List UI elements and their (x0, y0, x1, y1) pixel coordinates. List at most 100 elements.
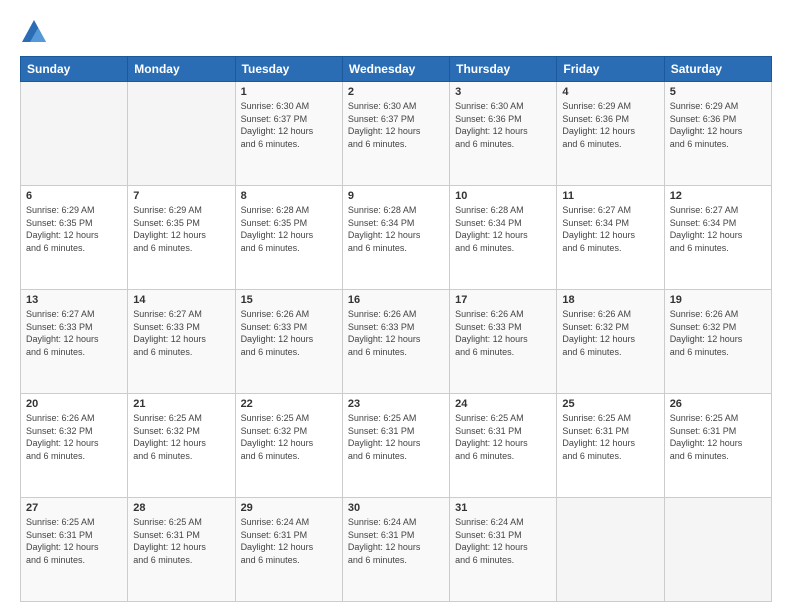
calendar-cell (21, 82, 128, 186)
day-info: Sunrise: 6:24 AM Sunset: 6:31 PM Dayligh… (455, 516, 551, 566)
day-number: 30 (348, 502, 444, 514)
day-info: Sunrise: 6:27 AM Sunset: 6:34 PM Dayligh… (562, 204, 658, 254)
week-row-4: 20 Sunrise: 6:26 AM Sunset: 6:32 PM Dayli… (21, 394, 772, 498)
calendar-cell: 31 Sunrise: 6:24 AM Sunset: 6:31 PM Dayli… (450, 498, 557, 602)
calendar-cell: 15 Sunrise: 6:26 AM Sunset: 6:33 PM Dayli… (235, 290, 342, 394)
weekday-header-sunday: Sunday (21, 57, 128, 82)
calendar-cell: 11 Sunrise: 6:27 AM Sunset: 6:34 PM Dayli… (557, 186, 664, 290)
calendar-cell: 17Sunrise: 6:26 AM Sunset: 6:33 PM Dayli… (450, 290, 557, 394)
day-number: 4 (562, 86, 658, 98)
day-info: Sunrise: 6:29 AM Sunset: 6:36 PM Dayligh… (562, 100, 658, 150)
day-info: Sunrise: 6:25 AM Sunset: 6:31 PM Dayligh… (133, 516, 229, 566)
day-info: Sunrise: 6:28 AM Sunset: 6:35 PM Dayligh… (241, 204, 337, 254)
calendar-cell: 18 Sunrise: 6:26 AM Sunset: 6:32 PM Dayli… (557, 290, 664, 394)
day-number: 20 (26, 398, 122, 410)
calendar-cell: 7Sunrise: 6:29 AM Sunset: 6:35 PM Daylig… (128, 186, 235, 290)
day-number: 13 (26, 294, 122, 306)
calendar-cell: 21 Sunrise: 6:25 AM Sunset: 6:32 PM Dayli… (128, 394, 235, 498)
day-number: 3 (455, 86, 551, 98)
calendar-cell: 9 Sunrise: 6:28 AM Sunset: 6:34 PM Daylig… (342, 186, 449, 290)
day-number: 31 (455, 502, 551, 514)
day-number: 26 (670, 398, 766, 410)
calendar-cell: 27Sunrise: 6:25 AM Sunset: 6:31 PM Dayli… (21, 498, 128, 602)
calendar-cell: 8 Sunrise: 6:28 AM Sunset: 6:35 PM Daylig… (235, 186, 342, 290)
day-info: Sunrise: 6:30 AM Sunset: 6:37 PM Dayligh… (241, 100, 337, 150)
day-info: Sunrise: 6:27 AM Sunset: 6:33 PM Dayligh… (133, 308, 229, 358)
day-number: 21 (133, 398, 229, 410)
calendar-cell: 20 Sunrise: 6:26 AM Sunset: 6:32 PM Dayli… (21, 394, 128, 498)
day-info: Sunrise: 6:26 AM Sunset: 6:33 PM Dayligh… (241, 308, 337, 358)
day-info: Sunrise: 6:25 AM Sunset: 6:32 PM Dayligh… (241, 412, 337, 462)
calendar-cell (128, 82, 235, 186)
week-row-3: 13 Sunrise: 6:27 AM Sunset: 6:33 PM Dayli… (21, 290, 772, 394)
day-number: 12 (670, 190, 766, 202)
day-info: Sunrise: 6:25 AM Sunset: 6:31 PM Dayligh… (562, 412, 658, 462)
calendar-cell: 3 Sunrise: 6:30 AM Sunset: 6:36 PM Daylig… (450, 82, 557, 186)
calendar-cell: 23 Sunrise: 6:25 AM Sunset: 6:31 PM Dayli… (342, 394, 449, 498)
day-info: Sunrise: 6:27 AM Sunset: 6:33 PM Dayligh… (26, 308, 122, 358)
calendar-cell: 22Sunrise: 6:25 AM Sunset: 6:32 PM Dayli… (235, 394, 342, 498)
weekday-header-friday: Friday (557, 57, 664, 82)
weekday-header-wednesday: Wednesday (342, 57, 449, 82)
day-info: Sunrise: 6:28 AM Sunset: 6:34 PM Dayligh… (455, 204, 551, 254)
calendar-cell: 16 Sunrise: 6:26 AM Sunset: 6:33 PM Dayli… (342, 290, 449, 394)
calendar-cell: 26 Sunrise: 6:25 AM Sunset: 6:31 PM Dayli… (664, 394, 771, 498)
day-info: Sunrise: 6:25 AM Sunset: 6:31 PM Dayligh… (348, 412, 444, 462)
day-info: Sunrise: 6:26 AM Sunset: 6:32 PM Dayligh… (562, 308, 658, 358)
header (20, 18, 772, 46)
calendar-cell: 28 Sunrise: 6:25 AM Sunset: 6:31 PM Dayli… (128, 498, 235, 602)
weekday-header-thursday: Thursday (450, 57, 557, 82)
day-number: 5 (670, 86, 766, 98)
day-number: 8 (241, 190, 337, 202)
weekday-header-tuesday: Tuesday (235, 57, 342, 82)
calendar-cell: 12Sunrise: 6:27 AM Sunset: 6:34 PM Dayli… (664, 186, 771, 290)
day-number: 10 (455, 190, 551, 202)
week-row-1: 1 Sunrise: 6:30 AM Sunset: 6:37 PM Daylig… (21, 82, 772, 186)
day-info: Sunrise: 6:29 AM Sunset: 6:35 PM Dayligh… (26, 204, 122, 254)
day-info: Sunrise: 6:29 AM Sunset: 6:36 PM Dayligh… (670, 100, 766, 150)
day-info: Sunrise: 6:24 AM Sunset: 6:31 PM Dayligh… (241, 516, 337, 566)
day-number: 25 (562, 398, 658, 410)
day-number: 28 (133, 502, 229, 514)
calendar-cell: 2 Sunrise: 6:30 AM Sunset: 6:37 PM Daylig… (342, 82, 449, 186)
day-info: Sunrise: 6:30 AM Sunset: 6:36 PM Dayligh… (455, 100, 551, 150)
day-info: Sunrise: 6:26 AM Sunset: 6:32 PM Dayligh… (26, 412, 122, 462)
day-number: 9 (348, 190, 444, 202)
day-number: 23 (348, 398, 444, 410)
calendar-table: SundayMondayTuesdayWednesdayThursdayFrid… (20, 56, 772, 602)
calendar-cell: 24Sunrise: 6:25 AM Sunset: 6:31 PM Dayli… (450, 394, 557, 498)
day-info: Sunrise: 6:25 AM Sunset: 6:31 PM Dayligh… (26, 516, 122, 566)
logo (20, 18, 52, 46)
day-info: Sunrise: 6:25 AM Sunset: 6:31 PM Dayligh… (670, 412, 766, 462)
day-number: 1 (241, 86, 337, 98)
day-number: 24 (455, 398, 551, 410)
day-info: Sunrise: 6:30 AM Sunset: 6:37 PM Dayligh… (348, 100, 444, 150)
day-info: Sunrise: 6:26 AM Sunset: 6:33 PM Dayligh… (455, 308, 551, 358)
day-info: Sunrise: 6:28 AM Sunset: 6:34 PM Dayligh… (348, 204, 444, 254)
day-number: 11 (562, 190, 658, 202)
week-row-5: 27Sunrise: 6:25 AM Sunset: 6:31 PM Dayli… (21, 498, 772, 602)
calendar-cell: 1 Sunrise: 6:30 AM Sunset: 6:37 PM Daylig… (235, 82, 342, 186)
weekday-header-row: SundayMondayTuesdayWednesdayThursdayFrid… (21, 57, 772, 82)
week-row-2: 6 Sunrise: 6:29 AM Sunset: 6:35 PM Daylig… (21, 186, 772, 290)
day-number: 18 (562, 294, 658, 306)
weekday-header-monday: Monday (128, 57, 235, 82)
day-info: Sunrise: 6:26 AM Sunset: 6:33 PM Dayligh… (348, 308, 444, 358)
calendar-cell: 4 Sunrise: 6:29 AM Sunset: 6:36 PM Daylig… (557, 82, 664, 186)
day-number: 6 (26, 190, 122, 202)
calendar-cell: 30 Sunrise: 6:24 AM Sunset: 6:31 PM Dayli… (342, 498, 449, 602)
calendar-cell: 6 Sunrise: 6:29 AM Sunset: 6:35 PM Daylig… (21, 186, 128, 290)
calendar-cell: 5 Sunrise: 6:29 AM Sunset: 6:36 PM Daylig… (664, 82, 771, 186)
day-number: 29 (241, 502, 337, 514)
calendar-cell (664, 498, 771, 602)
day-number: 15 (241, 294, 337, 306)
calendar-cell: 19Sunrise: 6:26 AM Sunset: 6:32 PM Dayli… (664, 290, 771, 394)
calendar-page: SundayMondayTuesdayWednesdayThursdayFrid… (0, 0, 792, 612)
day-info: Sunrise: 6:24 AM Sunset: 6:31 PM Dayligh… (348, 516, 444, 566)
day-number: 2 (348, 86, 444, 98)
calendar-cell: 10 Sunrise: 6:28 AM Sunset: 6:34 PM Dayli… (450, 186, 557, 290)
calendar-cell: 14Sunrise: 6:27 AM Sunset: 6:33 PM Dayli… (128, 290, 235, 394)
day-number: 16 (348, 294, 444, 306)
day-info: Sunrise: 6:25 AM Sunset: 6:32 PM Dayligh… (133, 412, 229, 462)
day-info: Sunrise: 6:26 AM Sunset: 6:32 PM Dayligh… (670, 308, 766, 358)
